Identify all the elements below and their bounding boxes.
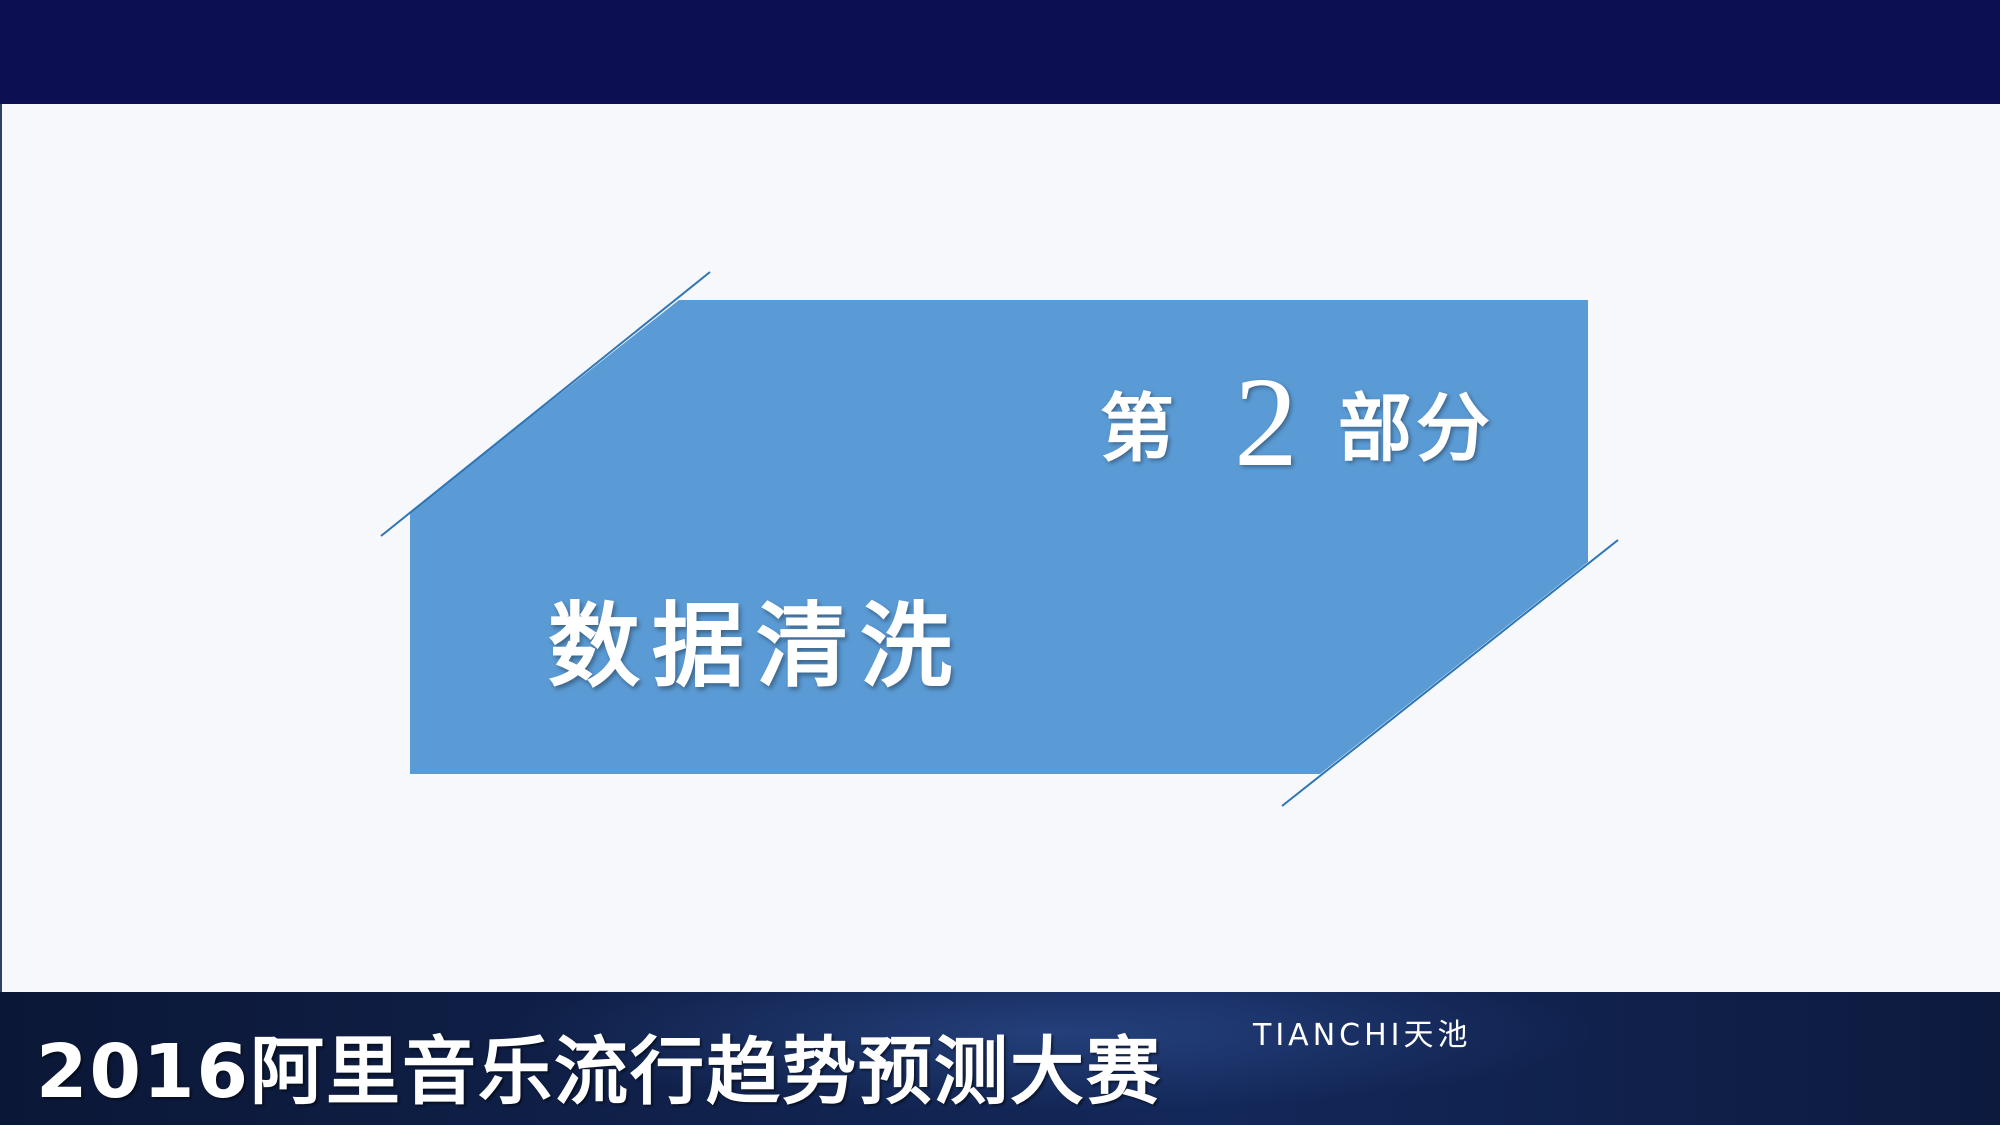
section-number: 2: [1234, 351, 1298, 493]
slide: 第 2 部分 数据清洗 2016阿里音乐流行趋势预测大赛 TIANCHI天池: [0, 0, 2000, 1125]
event-title: 2016阿里音乐流行趋势预测大赛: [36, 1029, 1162, 1115]
section-title: 数据清洗: [548, 592, 965, 700]
footer-banner: 2016阿里音乐流行趋势预测大赛 TIANCHI天池: [0, 992, 2000, 1125]
section-suffix: 部分: [1338, 385, 1494, 472]
section-label: 第 2 部分: [1100, 358, 1494, 486]
tianchi-logo: TIANCHI天池: [1253, 1018, 1472, 1053]
section-panel-graphic: [380, 271, 1619, 807]
section-prefix: 第: [1100, 385, 1178, 472]
